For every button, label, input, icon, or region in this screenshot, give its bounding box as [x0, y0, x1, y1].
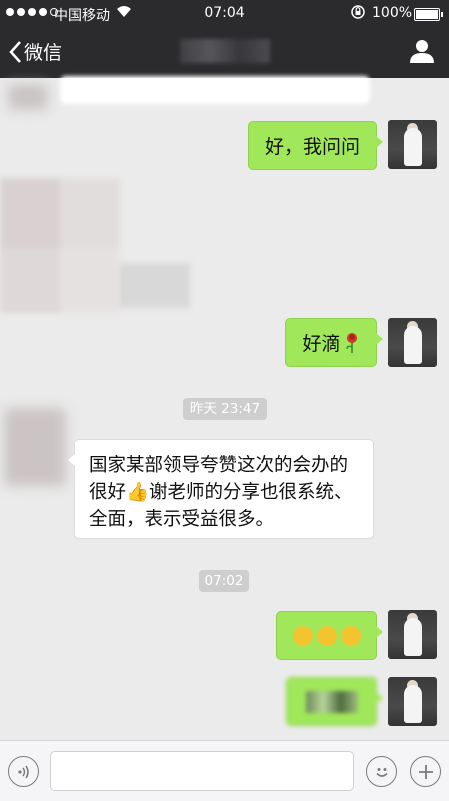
nav-bar: 微信: [0, 26, 449, 78]
emoji-icon: [292, 625, 313, 646]
message-text: 好，我问问: [264, 136, 360, 158]
message-bubble-sent[interactable]: 好滴: [285, 318, 383, 367]
input-bar: [0, 740, 449, 801]
message-bubble-sent[interactable]: 好，我问问: [248, 121, 383, 170]
plus-icon: [418, 764, 433, 779]
timestamp: 昨天 23:47: [183, 398, 267, 420]
blurred-avatar: [8, 84, 48, 110]
message-bubble-sent[interactable]: [276, 611, 383, 660]
rotation-lock-icon: [350, 4, 366, 24]
battery-percent: 100%: [372, 5, 413, 21]
emoji-icon: [316, 625, 337, 646]
emoji-button[interactable]: [366, 756, 397, 787]
avatar[interactable]: [388, 318, 437, 367]
smiley-icon: [375, 767, 388, 777]
battery-icon: [414, 8, 443, 21]
blurred-image: [0, 178, 190, 313]
voice-button[interactable]: [8, 756, 39, 787]
profile-button[interactable]: [409, 38, 435, 68]
status-bar: 中国移动 07:04 100%: [0, 0, 449, 26]
timestamp: 07:02: [199, 570, 249, 592]
message-input[interactable]: [50, 751, 354, 791]
rose-icon: [345, 332, 357, 353]
avatar[interactable]: [388, 677, 437, 726]
blurred-avatar: [4, 408, 66, 486]
smiley-icon: [340, 625, 361, 646]
back-button[interactable]: 微信: [8, 38, 62, 65]
avatar[interactable]: [388, 610, 437, 659]
back-label: 微信: [24, 42, 63, 64]
avatar[interactable]: [388, 120, 437, 169]
chevron-left-icon: [9, 40, 21, 63]
message-bubble-received[interactable]: 国家某部领导夸赞这次的会办的很好👍谢老师的分享也很系统、全面，表示受益很多。: [68, 439, 374, 539]
chat-title-blurred: [180, 39, 270, 63]
voice-icon: [17, 765, 29, 778]
message-text: 国家某部领导夸赞这次的会办的很好👍谢老师的分享也很系统、全面，表示受益很多。: [89, 455, 353, 530]
person-icon: [410, 40, 434, 63]
more-button[interactable]: [410, 756, 441, 787]
message-bubble-sent-blurred[interactable]: [286, 677, 383, 726]
blurred-message: [60, 76, 370, 104]
message-text: 好滴: [302, 333, 341, 355]
